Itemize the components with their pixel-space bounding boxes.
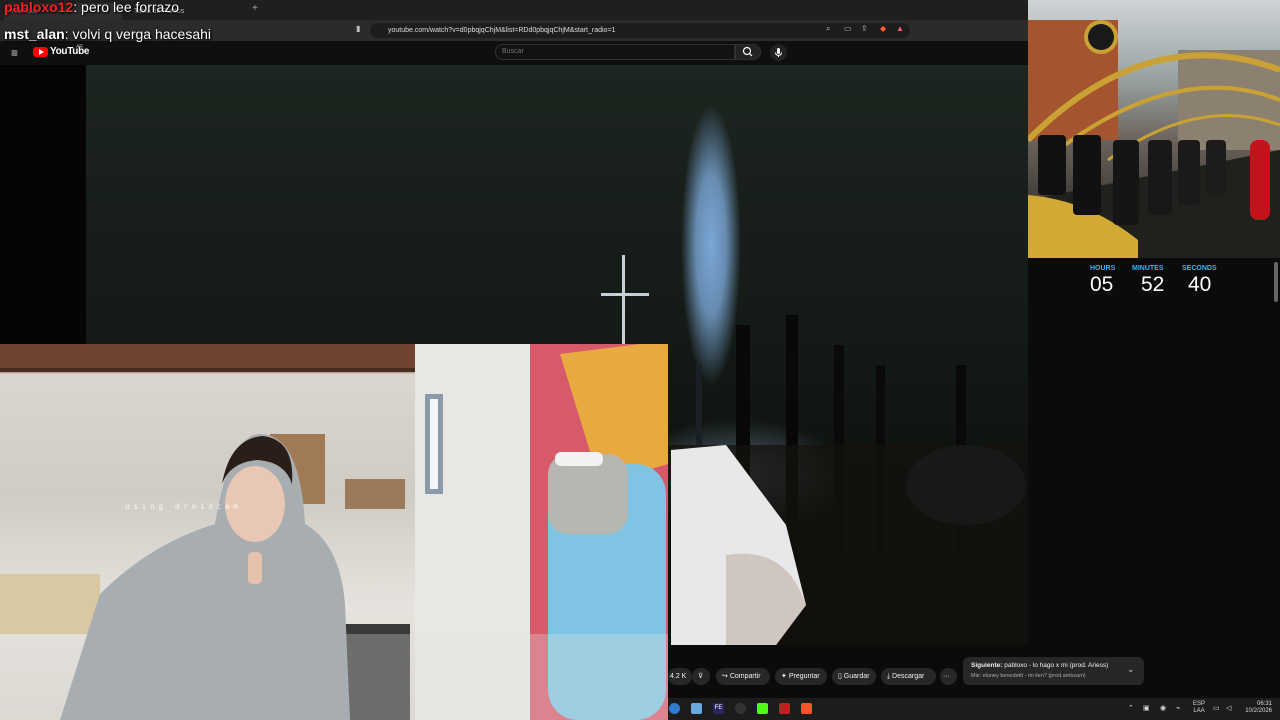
seconds-label: SECONDS <box>1182 265 1217 272</box>
youtube-logo-text[interactable]: YouTube <box>50 46 90 57</box>
microphone-icon <box>775 48 782 57</box>
obs-tray-icon[interactable]: ◉ <box>1160 704 1166 712</box>
chat-message: pabloxo12: pero lee forrazo <box>4 0 179 15</box>
language-code: ESP <box>1193 701 1206 707</box>
share-icon[interactable]: ⇪ <box>861 24 868 33</box>
up-next-title[interactable]: Siguiente: pabloxo - lo hago x mi (prod.… <box>971 662 1108 669</box>
network-icon[interactable]: ⌁ <box>1176 704 1180 712</box>
keyboard-layout: LAA <box>1193 708 1205 714</box>
share-button[interactable]: ↪ Compartir <box>716 668 770 685</box>
url-text: youtube.com/watch?v=d0pbqjqChjM&list=RDd… <box>388 27 616 34</box>
rewards-icon[interactable]: ▲ <box>896 24 904 33</box>
up-next-title-text: pabloxo - lo hago x mi (prod. Ariess) <box>1004 662 1109 669</box>
chevron-up-icon[interactable]: ⌃ <box>1128 704 1134 712</box>
search-button[interactable] <box>735 44 761 60</box>
stream-scene-overlay <box>1028 0 1280 258</box>
chat-text: : pero lee forrazo <box>73 0 180 15</box>
search-icon[interactable]: ⌕ <box>826 24 830 34</box>
ask-label: Preguntar <box>788 673 820 680</box>
up-next-label: Siguiente: <box>971 662 1003 669</box>
region-code: AR <box>76 44 83 50</box>
seconds-value: 40 <box>1188 273 1212 296</box>
ask-button[interactable]: ✦ Preguntar <box>775 668 827 685</box>
install-icon[interactable]: ▭ <box>844 24 852 33</box>
dislike-button[interactable]: ⊽ <box>692 668 710 685</box>
scrollbar-thumb[interactable] <box>1274 262 1278 302</box>
clock[interactable]: 06:31 10/2/2026 <box>1240 701 1272 715</box>
more-actions-button[interactable]: ··· <box>940 668 957 685</box>
chat-message: mst_alan: volvi q verga hacesahi <box>4 26 211 42</box>
thumbs-down-icon: ⊽ <box>698 673 704 680</box>
chat-username: mst_alan <box>4 26 65 42</box>
webcam-scene <box>0 344 668 720</box>
sparkle-icon: ✦ <box>781 673 789 680</box>
hours-value: 05 <box>1090 273 1114 296</box>
video-side-margin <box>0 65 86 345</box>
github-icon[interactable] <box>735 703 746 714</box>
chat-username: pabloxo12 <box>4 0 74 15</box>
download-label: Descargar <box>892 673 925 680</box>
share-label: Compartir <box>729 673 761 680</box>
download-button[interactable]: ⤓ Descargar <box>881 668 936 685</box>
hours-label: HOURS <box>1090 265 1116 272</box>
notepad-icon[interactable] <box>691 703 702 714</box>
save-button[interactable]: ▯ Guardar <box>832 668 876 685</box>
droidcam-watermark: using droidcam <box>125 502 242 511</box>
brave-shield-icon[interactable]: ◆ <box>880 24 886 33</box>
menu-icon[interactable]: ≡ <box>11 46 18 60</box>
new-tab-icon[interactable]: + <box>252 3 258 14</box>
kick-icon[interactable] <box>757 703 768 714</box>
like-button[interactable]: 4.2 K <box>668 668 692 685</box>
search-input[interactable] <box>495 44 735 60</box>
edge-icon[interactable] <box>669 703 680 714</box>
timer-panel <box>1028 258 1280 698</box>
language-indicator[interactable]: ESP LAA <box>1193 701 1205 715</box>
recorder-icon[interactable] <box>779 703 790 714</box>
up-next-subtitle: Mix: eluney benedetti - mi ilen? (prod.a… <box>971 673 1086 679</box>
minutes-value: 52 <box>1141 273 1165 296</box>
volume-icon[interactable]: ◁ <box>1226 704 1231 712</box>
chat-text: : volvi q verga hacesahi <box>64 26 212 42</box>
minutes-label: MINUTES <box>1132 265 1164 272</box>
youtube-logo-icon[interactable] <box>33 47 48 57</box>
bookmark-icon[interactable]: ▮ <box>356 24 360 33</box>
clock-time: 06:31 <box>1256 701 1272 707</box>
search-icon <box>742 46 753 57</box>
chevron-down-icon[interactable]: ⌄ <box>1127 664 1135 675</box>
like-count: 4.2 K <box>670 673 687 680</box>
more-icon: ··· <box>943 673 950 680</box>
tray-app-icon[interactable]: ▣ <box>1143 704 1150 712</box>
save-label: Guardar <box>843 673 870 680</box>
display-icon[interactable]: ▭ <box>1213 704 1220 712</box>
clock-date: 10/2/2026 <box>1245 708 1272 714</box>
brave-icon[interactable] <box>801 703 812 714</box>
dugout-scene <box>1028 20 1280 258</box>
webcam-overlay <box>0 344 668 720</box>
fe-icon[interactable]: FE <box>713 703 724 714</box>
share-icon: ↪ <box>722 673 730 680</box>
voice-search-button[interactable] <box>770 44 787 61</box>
